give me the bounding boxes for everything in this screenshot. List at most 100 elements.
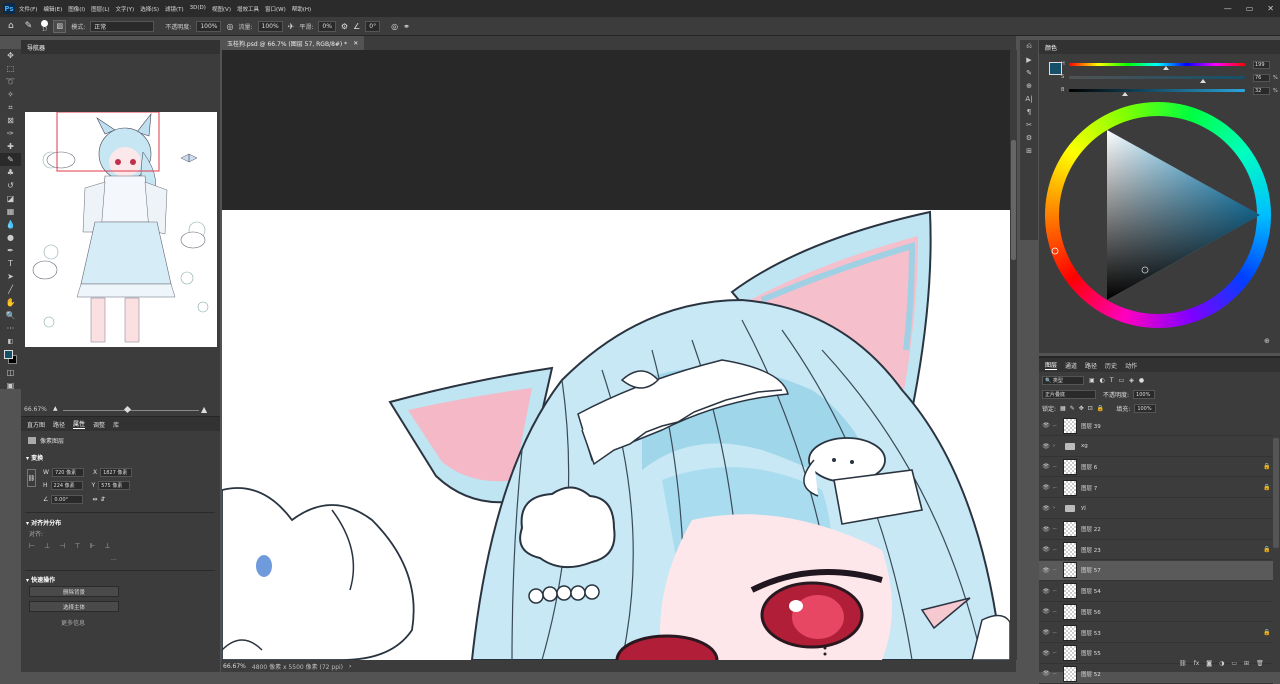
marquee-tool-icon[interactable]: ⬚ — [0, 62, 21, 75]
filter-shape-icon[interactable]: ▭ — [1119, 377, 1125, 384]
frame-tool-icon[interactable]: ⊠ — [0, 114, 21, 127]
layer-name[interactable]: 图层 39 — [1081, 422, 1263, 430]
layer-name[interactable]: 图层 6 — [1081, 463, 1263, 471]
layer-name[interactable]: 图层 22 — [1081, 525, 1263, 533]
chevron-right-icon[interactable]: › — [1053, 443, 1061, 449]
status-zoom[interactable]: 66.67% — [223, 663, 246, 670]
color-wheel[interactable] — [1045, 102, 1271, 328]
brush-tool-icon-side[interactable]: ✎ — [0, 153, 21, 166]
chevron-right-icon[interactable]: › — [1053, 505, 1061, 511]
home-icon[interactable]: ⌂ — [8, 21, 14, 31]
zoom-out-icon[interactable]: ▲ — [53, 405, 58, 412]
brush-tool-icon[interactable]: ✎ — [25, 21, 33, 31]
history-panel-icon[interactable]: ⎌ — [1020, 40, 1038, 53]
lock-transparent-icon[interactable]: ▦ — [1060, 405, 1066, 412]
glyphs-icon[interactable]: ⊞ — [1020, 144, 1038, 157]
menu-item[interactable]: 文字(Y) — [116, 5, 135, 13]
visibility-eye-icon[interactable]: 👁 — [1039, 443, 1053, 450]
layers-tab[interactable]: 动作 — [1125, 361, 1137, 370]
filter-smart-icon[interactable]: ◈ — [1129, 377, 1134, 384]
fx-button[interactable]: fx — [1194, 660, 1200, 667]
flip-horizontal-icon[interactable]: ⇹ — [92, 496, 97, 503]
layer-name[interactable]: 图层 53 — [1081, 629, 1263, 637]
saturation-input[interactable]: 76 — [1253, 74, 1270, 82]
align-left-icon[interactable]: ⊢ — [29, 542, 35, 550]
layer-group-row[interactable]: 👁 › xg — [1039, 437, 1273, 457]
menu-item[interactable]: 编辑(E) — [43, 5, 62, 13]
hand-tool-icon[interactable]: ✋ — [0, 296, 21, 309]
blur-tool-icon[interactable]: 💧 — [0, 218, 21, 231]
screen-mode-icon[interactable]: ▣ — [0, 379, 21, 392]
menu-item[interactable]: 窗口(W) — [265, 5, 286, 13]
align-top-icon[interactable]: ⊤ — [74, 542, 80, 550]
magic-wand-tool-icon[interactable]: ✧ — [0, 88, 21, 101]
lasso-tool-icon[interactable]: ➰ — [0, 75, 21, 88]
transform-title[interactable]: ▾ 变换 — [26, 453, 43, 462]
mode-select[interactable]: 正常 — [90, 20, 155, 32]
hue-input[interactable]: 199 — [1253, 61, 1270, 69]
add-mask-icon[interactable]: ◙ — [1206, 660, 1212, 667]
layer-row[interactable]: 👁 ⌐ 图层 7 🔒 — [1039, 478, 1273, 499]
canvas-area[interactable] — [222, 50, 1010, 660]
properties-tab[interactable]: 调整 — [93, 420, 105, 429]
link-layers-icon[interactable]: ⛓ — [1179, 660, 1187, 667]
link-wh-icon[interactable]: ⛓ — [27, 469, 36, 487]
brush-settings-icon[interactable]: ▨ — [53, 19, 67, 33]
new-layer-icon[interactable]: ⊞ — [1244, 660, 1249, 667]
layer-thumbnail[interactable] — [1063, 458, 1077, 475]
visibility-eye-icon[interactable]: 👁 — [1039, 588, 1053, 595]
align-bottom-icon[interactable]: ⊥ — [105, 542, 111, 550]
layer-thumbnail[interactable] — [1063, 541, 1077, 558]
menu-item[interactable]: 帮助(H) — [292, 5, 311, 13]
layer-thumbnail[interactable] — [1063, 562, 1077, 579]
angle-input[interactable]: 0° — [365, 20, 381, 32]
default-colors-icon[interactable]: ◧ — [0, 335, 21, 348]
layer-name[interactable]: 图层 23 — [1081, 546, 1263, 554]
layer-thumbnail[interactable] — [1063, 479, 1077, 496]
filter-type-icon[interactable]: T — [1110, 377, 1114, 384]
eyedropper-tool-icon[interactable]: ✑ — [0, 127, 21, 140]
more-tools-icon[interactable]: ··· — [0, 322, 21, 335]
layer-thumbnail[interactable] — [1063, 645, 1077, 662]
opacity-input[interactable]: 100% — [196, 20, 222, 32]
more-options[interactable]: ··· — [111, 557, 117, 564]
layer-thumbnail[interactable] — [1063, 624, 1077, 641]
visibility-eye-icon[interactable]: 👁 — [1039, 608, 1053, 615]
canvas-vertical-scrollbar[interactable] — [1010, 50, 1017, 660]
navigator-zoom-slider[interactable] — [63, 410, 199, 411]
layer-row[interactable]: 👁 ⌐ 图层 52 — [1039, 664, 1273, 684]
actions-panel-icon[interactable]: ▶ — [1020, 53, 1038, 66]
hue-slider[interactable] — [1069, 63, 1245, 66]
layer-filter-select[interactable]: 🔍 类型 — [1042, 376, 1084, 385]
fill-input[interactable]: 100% — [1134, 404, 1157, 413]
layer-thumbnail[interactable] — [1063, 603, 1077, 620]
menu-item[interactable]: 滤镜(T) — [165, 5, 184, 13]
layers-tab[interactable]: 图层 — [1045, 360, 1058, 370]
menu-item[interactable]: 图像(I) — [68, 5, 85, 13]
properties-tab[interactable]: 路径 — [53, 420, 65, 429]
filter-pixel-icon[interactable]: ▣ — [1089, 377, 1095, 384]
delete-layer-icon[interactable]: 🗑 — [1256, 660, 1264, 667]
scrollbar-thumb[interactable] — [1011, 140, 1016, 260]
visibility-eye-icon[interactable]: 👁 — [1039, 567, 1053, 574]
quick-mask-icon[interactable]: ◫ — [0, 366, 21, 379]
layer-name[interactable]: 图层 56 — [1081, 608, 1263, 616]
layer-name[interactable]: 图层 7 — [1081, 484, 1263, 492]
move-tool-icon[interactable]: ✥ — [0, 49, 21, 62]
zoom-tool-icon[interactable]: 🔍 — [0, 309, 21, 322]
layer-row[interactable]: 👁 ⌐ 图层 56 — [1039, 602, 1273, 623]
line-tool-icon[interactable]: ╱ — [0, 283, 21, 296]
select-subject-button[interactable]: 选择主体 — [29, 601, 119, 612]
brightness-slider-thumb[interactable] — [1122, 92, 1129, 96]
brightness-input[interactable]: 32 — [1253, 87, 1270, 95]
saturation-slider[interactable] — [1069, 76, 1245, 79]
layer-thumbnail[interactable] — [1063, 417, 1077, 434]
pen-tool-icon[interactable]: ✒ — [0, 244, 21, 257]
visibility-eye-icon[interactable]: 👁 — [1039, 463, 1053, 470]
dodge-tool-icon[interactable]: ● — [0, 231, 21, 244]
quick-actions-title[interactable]: ▾ 快速操作 — [26, 575, 55, 584]
layer-name[interactable]: xg — [1081, 443, 1263, 449]
document-tab[interactable]: 玉桂狗.psd @ 66.7% (图层 57, RGB/8#) * ✕ — [221, 36, 365, 50]
eraser-tool-icon[interactable]: ◪ — [0, 192, 21, 205]
align-vcenter-icon[interactable]: ⊩ — [89, 542, 95, 550]
